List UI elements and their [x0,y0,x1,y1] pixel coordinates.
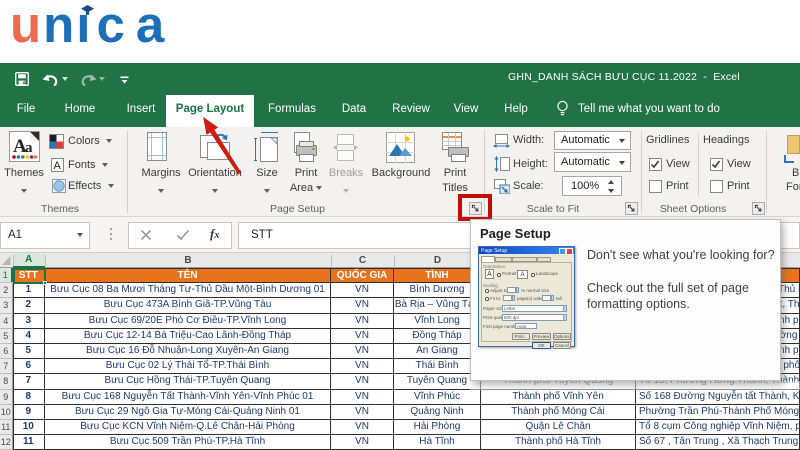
svg-text:A: A [54,160,62,172]
svg-text:a: a [25,140,33,156]
